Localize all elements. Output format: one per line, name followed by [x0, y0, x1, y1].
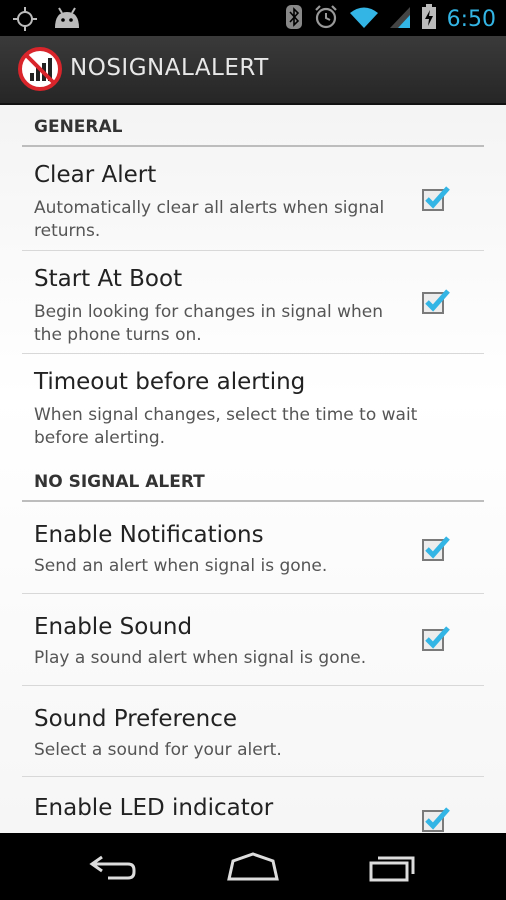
pref-summary: Automatically clear all alerts when sign… [34, 198, 385, 241]
pref-enable-sound[interactable]: Enable Sound Play a sound alert when sig… [22, 594, 484, 686]
back-icon[interactable] [88, 851, 138, 887]
app-title: NOSIGNALALERT [70, 55, 269, 81]
pref-summary: Begin looking for changes in signal when… [34, 302, 383, 345]
section-header-label: GENERAL [34, 117, 123, 137]
pref-title: Enable Sound [34, 614, 193, 640]
pref-title: Clear Alert [34, 162, 157, 188]
pref-start-at-boot[interactable]: Start At Boot Begin looking for changes … [22, 251, 484, 354]
bluetooth-icon [285, 4, 303, 34]
start-at-boot-checkbox[interactable] [422, 289, 450, 314]
status-bar: 6:50 [0, 0, 506, 36]
pref-title: Enable Notifications [34, 522, 264, 548]
pref-summary: When signal changes, select the time to … [34, 405, 418, 448]
recent-apps-icon[interactable] [368, 851, 418, 887]
section-header-label: NO SIGNAL ALERT [34, 472, 205, 492]
status-time: 6:50 [446, 6, 496, 32]
section-header-no-signal-alert: NO SIGNAL ALERT [22, 460, 484, 502]
wifi-icon [349, 5, 379, 33]
no-signal-logo-icon[interactable] [18, 47, 62, 91]
battery-charging-icon [421, 4, 437, 34]
alarm-icon [313, 4, 339, 34]
pref-title: Sound Preference [34, 706, 238, 732]
pref-enable-led-indicator[interactable]: Enable LED indicator [22, 777, 484, 833]
pref-timeout-before-alerting[interactable]: Timeout before alerting When signal chan… [22, 354, 484, 454]
signal-icon [389, 5, 411, 33]
gps-icon [12, 6, 38, 36]
enable-notifications-checkbox[interactable] [422, 536, 450, 561]
home-icon[interactable] [226, 851, 280, 887]
pref-clear-alert[interactable]: Clear Alert Automatically clear all aler… [22, 147, 484, 251]
section-header-general: GENERAL [22, 105, 484, 147]
android-icon [52, 6, 82, 36]
navigation-bar [0, 833, 506, 900]
pref-summary: Play a sound alert when signal is gone. [34, 648, 367, 668]
action-bar: NOSIGNALALERT [0, 36, 506, 105]
app-title-part2: SIGNAL [106, 55, 195, 81]
pref-title: Enable LED indicator [34, 795, 274, 821]
enable-sound-checkbox[interactable] [422, 626, 450, 651]
pref-summary: Select a sound for your alert. [34, 740, 282, 760]
preferences-list: GENERAL Clear Alert Automatically clear … [0, 105, 506, 833]
app-title-part3: ALERT [194, 55, 269, 81]
pref-enable-notifications[interactable]: Enable Notifications Send an alert when … [22, 502, 484, 594]
pref-sound-preference[interactable]: Sound Preference Select a sound for your… [22, 686, 484, 777]
clear-alert-checkbox[interactable] [422, 186, 450, 211]
pref-title: Start At Boot [34, 266, 183, 292]
pref-title: Timeout before alerting [34, 369, 306, 395]
enable-led-indicator-checkbox[interactable] [422, 807, 450, 832]
app-title-part1: NO [70, 55, 107, 81]
pref-summary: Send an alert when signal is gone. [34, 556, 328, 576]
